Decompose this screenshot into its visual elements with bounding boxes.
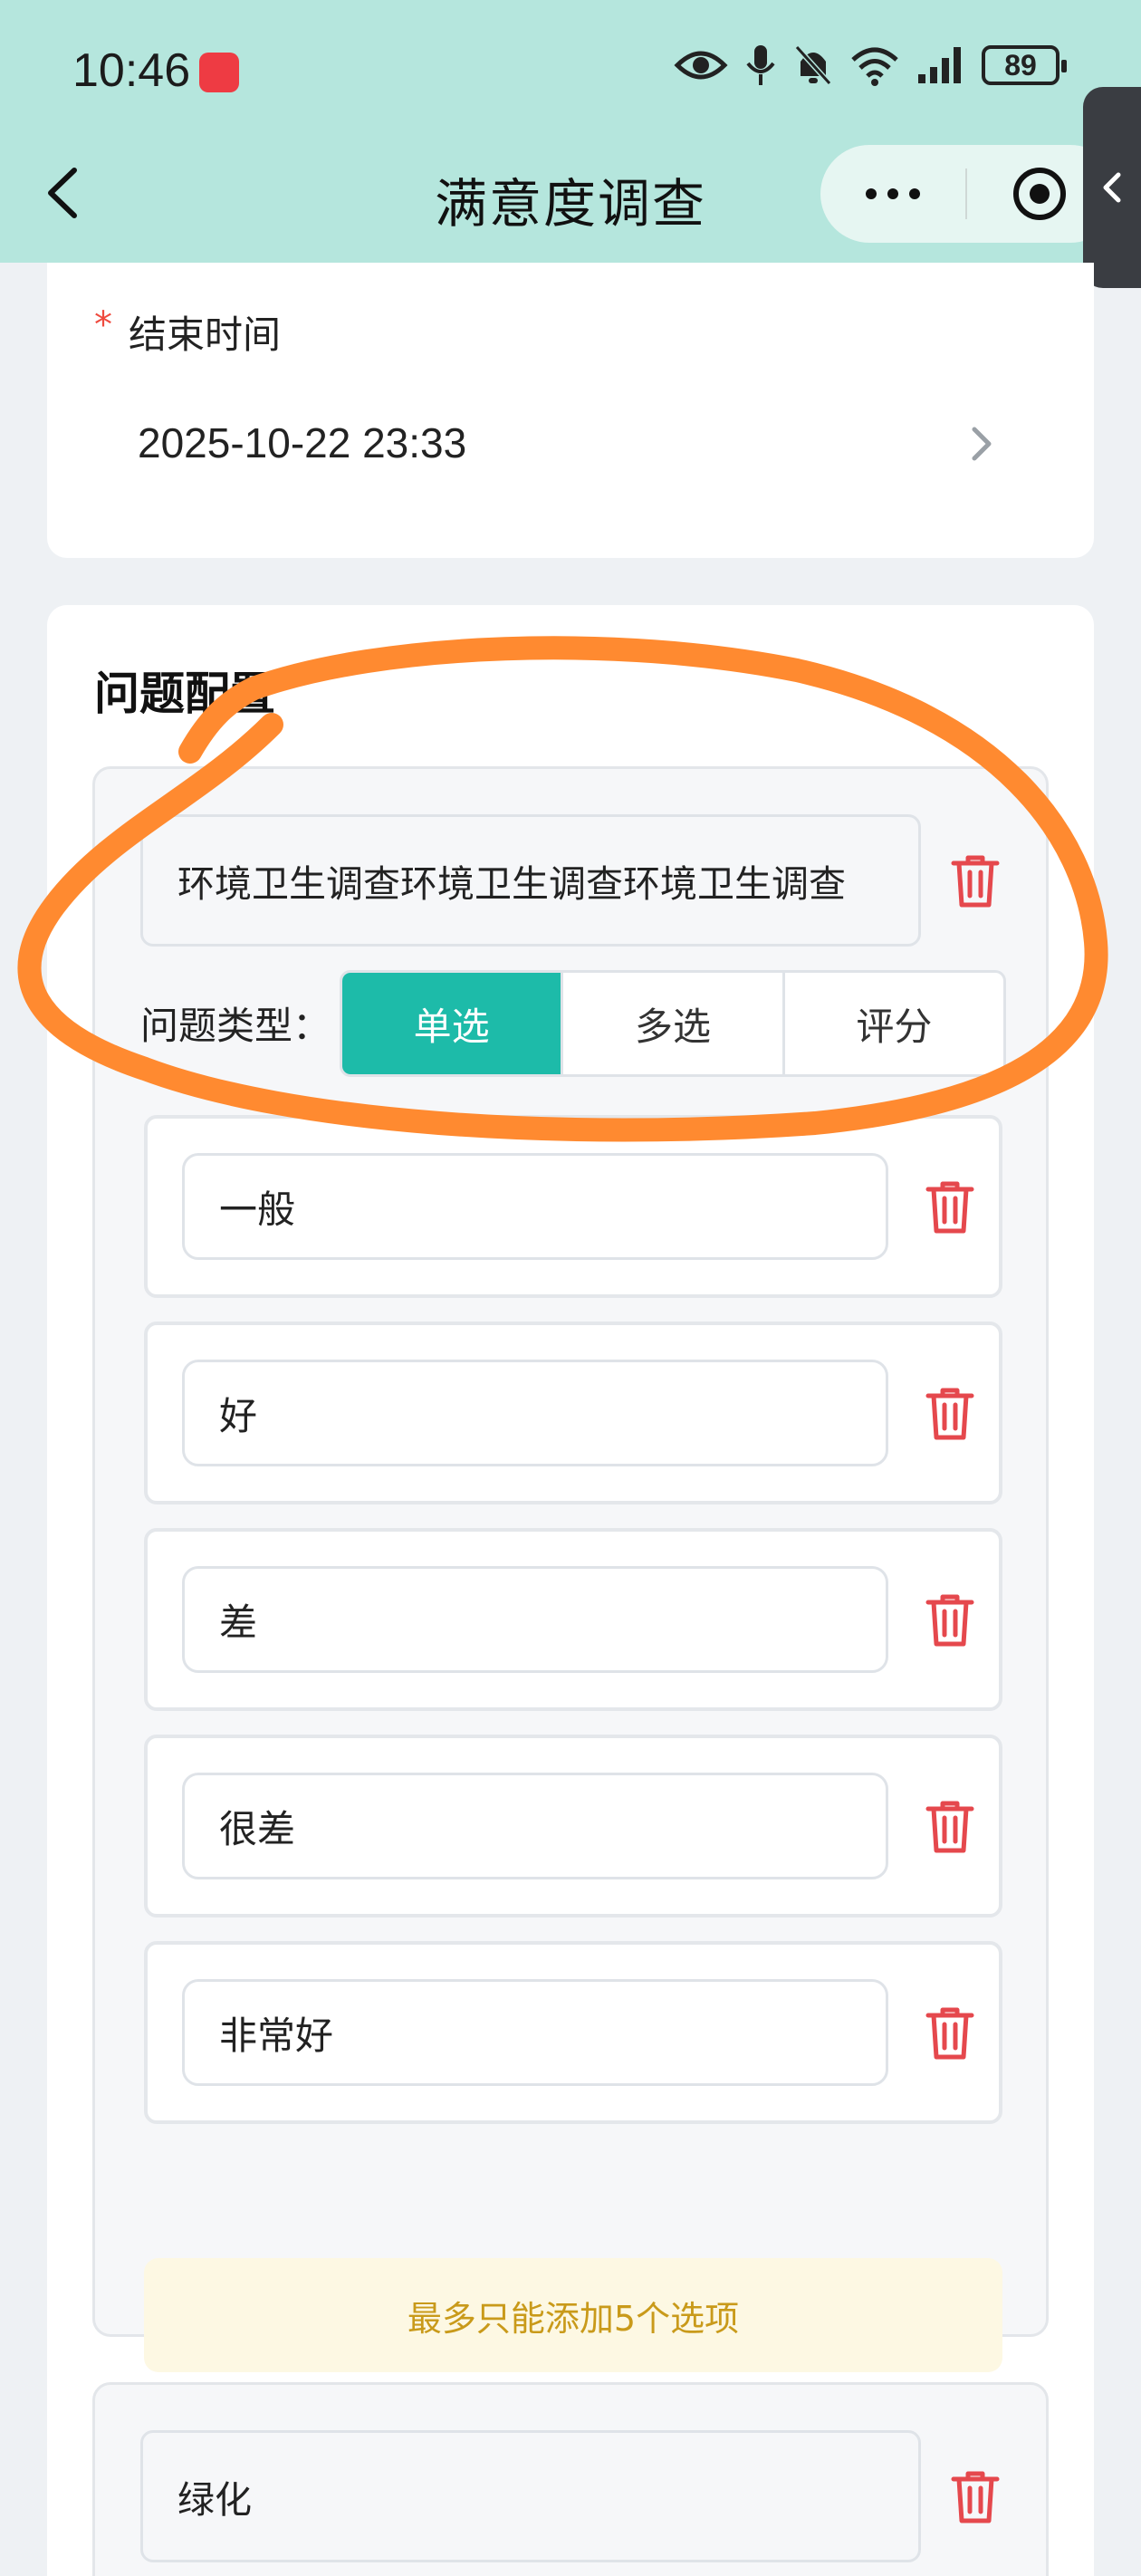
side-tab[interactable] bbox=[1083, 87, 1141, 288]
type-single-button[interactable]: 单选 bbox=[342, 973, 561, 1074]
chevron-right-icon[interactable] bbox=[969, 424, 994, 464]
question-config-card: 问题配置 环境卫生调查环境卫生调查环境卫生调查 问题类型： 单选 多选 评分 一… bbox=[47, 605, 1094, 2576]
option-input[interactable]: 非常好 bbox=[182, 1979, 888, 2086]
microphone-icon bbox=[746, 45, 775, 85]
question-block: 环境卫生调查环境卫生调查环境卫生调查 问题类型： 单选 多选 评分 一般 好 差 bbox=[92, 766, 1049, 2372]
delete-option-button[interactable] bbox=[925, 1385, 975, 1441]
end-time-value[interactable]: 2025-10-22 23:33 bbox=[138, 418, 466, 467]
end-time-card: * 结束时间 2025-10-22 23:33 bbox=[47, 263, 1094, 558]
delete-option-button[interactable] bbox=[925, 1798, 975, 1854]
delete-option-button[interactable] bbox=[925, 1591, 975, 1648]
delete-question-button[interactable] bbox=[950, 2468, 1001, 2524]
option-row: 一般 bbox=[144, 1115, 1002, 1298]
question-type-selector: 单选 多选 评分 bbox=[340, 970, 1006, 1077]
question-block: 绿化 bbox=[92, 2382, 1049, 2576]
eye-icon bbox=[674, 51, 728, 80]
option-input[interactable]: 一般 bbox=[182, 1153, 888, 1260]
status-icons: 89 bbox=[674, 43, 1067, 87]
question-type-label: 问题类型： bbox=[140, 1004, 331, 1048]
option-row: 差 bbox=[144, 1528, 1002, 1711]
bell-off-icon bbox=[794, 44, 832, 86]
status-time: 10:46 bbox=[72, 44, 191, 97]
option-input[interactable]: 好 bbox=[182, 1360, 888, 1466]
option-row: 非常好 bbox=[144, 1941, 1002, 2124]
question-title-input[interactable]: 环境卫生调查环境卫生调查环境卫生调查 bbox=[140, 814, 921, 947]
type-rating-button[interactable]: 评分 bbox=[781, 973, 1003, 1074]
more-dots-icon[interactable] bbox=[820, 188, 965, 199]
option-input[interactable]: 很差 bbox=[182, 1773, 888, 1879]
required-mark: * bbox=[94, 304, 112, 346]
chevron-left-icon bbox=[1103, 172, 1121, 203]
end-time-label: 结束时间 bbox=[129, 312, 282, 357]
question-title-input[interactable]: 绿化 bbox=[140, 2430, 921, 2562]
signal-icon bbox=[918, 47, 961, 83]
top-header: 10:46 89 满意度调查 bbox=[0, 0, 1141, 288]
mini-program-capsule bbox=[820, 145, 1119, 243]
option-limit-notice: 最多只能添加5个选项 bbox=[144, 2258, 1002, 2372]
option-row: 好 bbox=[144, 1322, 1002, 1504]
delete-option-button[interactable] bbox=[925, 2004, 975, 2061]
section-title: 问题配置 bbox=[94, 668, 275, 720]
option-input[interactable]: 差 bbox=[182, 1566, 888, 1673]
battery-icon: 89 bbox=[982, 45, 1067, 85]
app-notification-icon bbox=[199, 53, 239, 92]
option-row: 很差 bbox=[144, 1735, 1002, 1918]
type-multiple-button[interactable]: 多选 bbox=[561, 973, 781, 1074]
delete-option-button[interactable] bbox=[925, 1178, 975, 1235]
wifi-icon bbox=[851, 47, 898, 86]
delete-question-button[interactable] bbox=[950, 852, 1001, 908]
